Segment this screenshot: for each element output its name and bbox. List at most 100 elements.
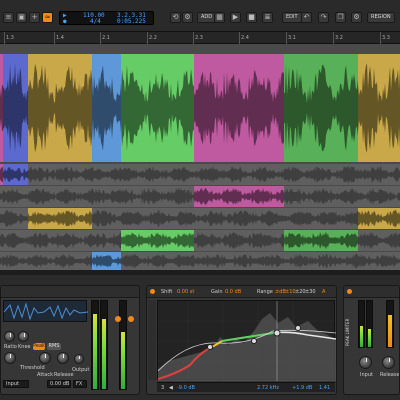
menu-icon[interactable]: ≡ bbox=[3, 12, 14, 23]
ruler-tick: 1.3 bbox=[4, 32, 14, 44]
take-lane-4[interactable] bbox=[0, 230, 400, 251]
timeline-ruler[interactable]: 1.3 1.4 2.1 2.2 2.3 2.4 3.1 3.2 3.3 bbox=[0, 32, 400, 44]
band-number[interactable]: 3 bbox=[161, 385, 164, 391]
ratio-knob[interactable] bbox=[4, 331, 15, 342]
range-10-option[interactable]: ±10 bbox=[285, 289, 296, 295]
release-knob[interactable] bbox=[57, 352, 69, 364]
band-handle[interactable] bbox=[295, 325, 301, 331]
time-signature[interactable]: 4/4 bbox=[90, 19, 101, 25]
take-clip[interactable] bbox=[121, 230, 194, 251]
ruler-tick: 3.1 bbox=[286, 32, 296, 44]
range-20-option[interactable]: ±20 bbox=[295, 289, 306, 295]
output-knob[interactable] bbox=[74, 354, 84, 364]
take-clip[interactable] bbox=[0, 186, 194, 207]
frequency-value[interactable]: 2.72 kHz bbox=[257, 385, 279, 391]
take-clip[interactable] bbox=[92, 252, 121, 270]
compressor-meter-right bbox=[100, 300, 108, 390]
shift-value[interactable]: 0.00 st bbox=[177, 289, 194, 295]
band-handle[interactable] bbox=[207, 344, 213, 350]
knee-knob[interactable] bbox=[18, 331, 29, 342]
audio-clip[interactable] bbox=[3, 54, 28, 162]
input-field[interactable]: Input bbox=[3, 380, 29, 388]
band-handle-selected[interactable] bbox=[273, 329, 281, 337]
shift-label: Shift bbox=[161, 289, 173, 295]
grid-icon[interactable]: ▦ bbox=[214, 12, 225, 23]
take-clip[interactable] bbox=[121, 252, 400, 270]
limiter-input-knob[interactable] bbox=[359, 356, 372, 369]
region-button[interactable]: REGION bbox=[367, 12, 395, 23]
compressor-device[interactable]: Peak RMS Ratio Knee Threshold Attack Rel… bbox=[0, 285, 140, 395]
waveform bbox=[284, 231, 358, 250]
take-clip[interactable] bbox=[28, 164, 400, 185]
waveform bbox=[0, 188, 194, 205]
add-icon[interactable]: + bbox=[29, 12, 40, 23]
limiter-release-knob[interactable] bbox=[382, 356, 395, 369]
peak-limiter-header bbox=[344, 286, 399, 298]
audio-clip[interactable] bbox=[92, 54, 121, 162]
band-handle[interactable] bbox=[251, 338, 257, 344]
power-icon[interactable] bbox=[347, 289, 352, 294]
gain-value[interactable]: 0.0 dB bbox=[225, 289, 241, 295]
eq-graph[interactable] bbox=[157, 300, 336, 381]
take-lane-2[interactable] bbox=[0, 186, 400, 207]
take-clip[interactable] bbox=[3, 164, 28, 185]
waveform bbox=[0, 232, 121, 249]
loop-icon[interactable]: ⟲ bbox=[170, 12, 181, 23]
q-value[interactable]: 1.41 bbox=[319, 385, 330, 391]
audio-clip[interactable] bbox=[28, 54, 92, 162]
power-icon[interactable] bbox=[150, 289, 155, 294]
comp-lane[interactable] bbox=[0, 54, 400, 162]
audio-clip[interactable] bbox=[284, 54, 358, 162]
take-clip[interactable] bbox=[194, 230, 284, 251]
undo-icon[interactable]: ↶ bbox=[301, 12, 312, 23]
eq-side-strip bbox=[148, 300, 156, 380]
threshold-value-field[interactable]: 0.00 dB bbox=[47, 380, 71, 388]
waveform bbox=[0, 210, 28, 227]
take-clip[interactable] bbox=[284, 230, 358, 251]
take-clip[interactable] bbox=[92, 208, 358, 229]
take-clip[interactable] bbox=[28, 208, 92, 229]
take-lane-1[interactable] bbox=[0, 164, 400, 185]
take-lane-5[interactable] bbox=[0, 252, 400, 270]
band-gain-value[interactable]: -9.0 dB bbox=[177, 385, 195, 391]
take-clip[interactable] bbox=[0, 230, 121, 251]
fx-button[interactable]: FX bbox=[73, 380, 87, 388]
save-icon[interactable]: ▣ bbox=[16, 12, 27, 23]
rms-toggle[interactable]: RMS bbox=[47, 343, 61, 350]
daw-window: ≡ ▣ + ≈ ▶ ● 110.00 4/4 3.2.3.31 0:05.225… bbox=[0, 0, 400, 400]
threshold-knob[interactable] bbox=[4, 352, 16, 364]
peak-limiter-title: PEAK LIMITER bbox=[345, 318, 350, 346]
peak-toggle[interactable]: Peak bbox=[33, 343, 45, 350]
take-clip[interactable] bbox=[0, 208, 28, 229]
gain-value-readout[interactable]: +1.9 dB bbox=[292, 385, 312, 391]
copy-icon[interactable]: ❐ bbox=[335, 12, 346, 23]
audio-clip[interactable] bbox=[194, 54, 284, 162]
take-lane-3[interactable] bbox=[0, 208, 400, 229]
waveform bbox=[194, 70, 284, 146]
audio-clip[interactable] bbox=[121, 54, 194, 162]
ab-toggle[interactable]: A bbox=[322, 289, 325, 295]
take-clip[interactable] bbox=[358, 208, 400, 229]
mixer-icon[interactable]: ≣ bbox=[262, 12, 273, 23]
range-30-option[interactable]: ±30 bbox=[305, 289, 316, 295]
stop-button[interactable]: ■ bbox=[246, 12, 257, 23]
arrange-area[interactable] bbox=[0, 44, 400, 270]
band-prev-icon[interactable]: ◀ bbox=[169, 385, 173, 391]
eq-device[interactable]: Shift 0.00 st Gain 0.0 dB Range ±dB ±10 … bbox=[146, 285, 337, 395]
transport-display[interactable]: ▶ ● 110.00 4/4 3.2.3.31 0:05.225 bbox=[59, 11, 154, 25]
edit-button[interactable]: EDIT bbox=[282, 12, 302, 23]
attack-knob[interactable] bbox=[39, 352, 51, 364]
record-icon[interactable]: ● bbox=[63, 19, 67, 25]
settings-icon[interactable]: ⚙ bbox=[182, 12, 193, 23]
take-clip[interactable] bbox=[194, 186, 284, 207]
redo-icon[interactable]: ↷ bbox=[318, 12, 329, 23]
automation-icon[interactable]: ≈ bbox=[42, 12, 53, 23]
peak-limiter-device[interactable]: PEAK LIMITER Input Release bbox=[343, 285, 400, 395]
audio-clip[interactable] bbox=[358, 54, 400, 162]
take-clip[interactable] bbox=[0, 252, 92, 270]
take-clip[interactable] bbox=[358, 230, 400, 251]
settings-gear-icon[interactable]: ⚙ bbox=[351, 12, 362, 23]
play-button[interactable]: ▶ bbox=[230, 12, 241, 23]
waveform bbox=[92, 254, 121, 268]
take-clip[interactable] bbox=[284, 186, 400, 207]
